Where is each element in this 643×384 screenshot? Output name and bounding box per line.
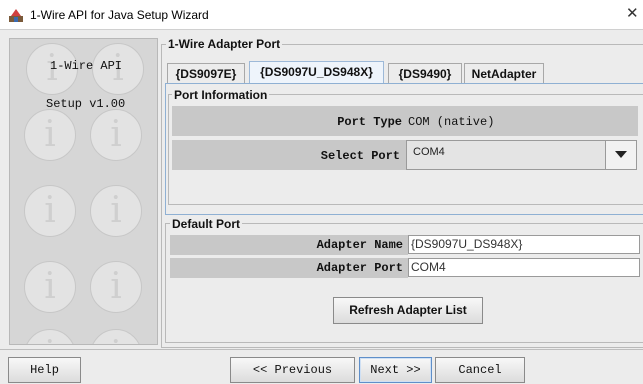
sidebar-panel: i i i i i i i i i i 1-Wire API Setup v1.… xyxy=(9,38,158,345)
adapter-port-group-title: 1-Wire Adapter Port xyxy=(166,37,283,51)
select-port-value: COM4 xyxy=(413,146,445,158)
chevron-down-icon xyxy=(615,151,627,158)
close-icon[interactable]: ✕ xyxy=(626,4,639,22)
adapter-name-label: Adapter Name xyxy=(316,238,403,252)
tab-netadapter[interactable]: NetAdapter xyxy=(464,63,544,83)
help-button[interactable]: Help xyxy=(8,357,81,383)
adapter-port-label: Adapter Port xyxy=(316,261,403,275)
info-icon: i xyxy=(24,261,76,313)
port-type-value: COM (native) xyxy=(408,115,495,129)
tab-ds9097u-ds948x[interactable]: {DS9097U_DS948X} xyxy=(249,61,384,84)
next-button[interactable]: Next >> xyxy=(359,357,432,383)
previous-button[interactable]: << Previous xyxy=(230,357,355,383)
port-information-title: Port Information xyxy=(172,88,270,102)
info-icon: i xyxy=(90,185,142,237)
cancel-button[interactable]: Cancel xyxy=(435,357,525,383)
dropdown-button[interactable] xyxy=(605,141,636,169)
info-icon: i xyxy=(24,329,76,344)
refresh-adapter-list-button[interactable]: Refresh Adapter List xyxy=(333,297,483,324)
adapter-port-field[interactable]: COM4 xyxy=(408,258,640,277)
default-port-title: Default Port xyxy=(170,217,243,231)
tab-ds9097e[interactable]: {DS9097E} xyxy=(167,63,245,83)
app-icon xyxy=(9,9,23,22)
info-icon: i xyxy=(90,109,142,161)
port-type-label: Port Type xyxy=(337,115,402,129)
info-icon: i xyxy=(24,185,76,237)
info-icon: i xyxy=(24,109,76,161)
sidebar-version: Setup v1.00 xyxy=(46,97,126,111)
title-bar: 1-Wire API for Java Setup Wizard ✕ xyxy=(0,0,643,30)
footer-divider xyxy=(0,349,643,350)
info-icon: i xyxy=(90,261,142,313)
select-port-dropdown[interactable]: COM4 xyxy=(406,140,637,170)
info-icon: i xyxy=(90,329,142,344)
sidebar-title: 1-Wire API xyxy=(50,59,123,73)
tab-ds9490[interactable]: {DS9490} xyxy=(388,63,462,83)
adapter-name-field[interactable]: {DS9097U_DS948X} xyxy=(408,235,640,254)
select-port-label: Select Port xyxy=(320,149,400,163)
window-title: 1-Wire API for Java Setup Wizard xyxy=(30,8,209,22)
